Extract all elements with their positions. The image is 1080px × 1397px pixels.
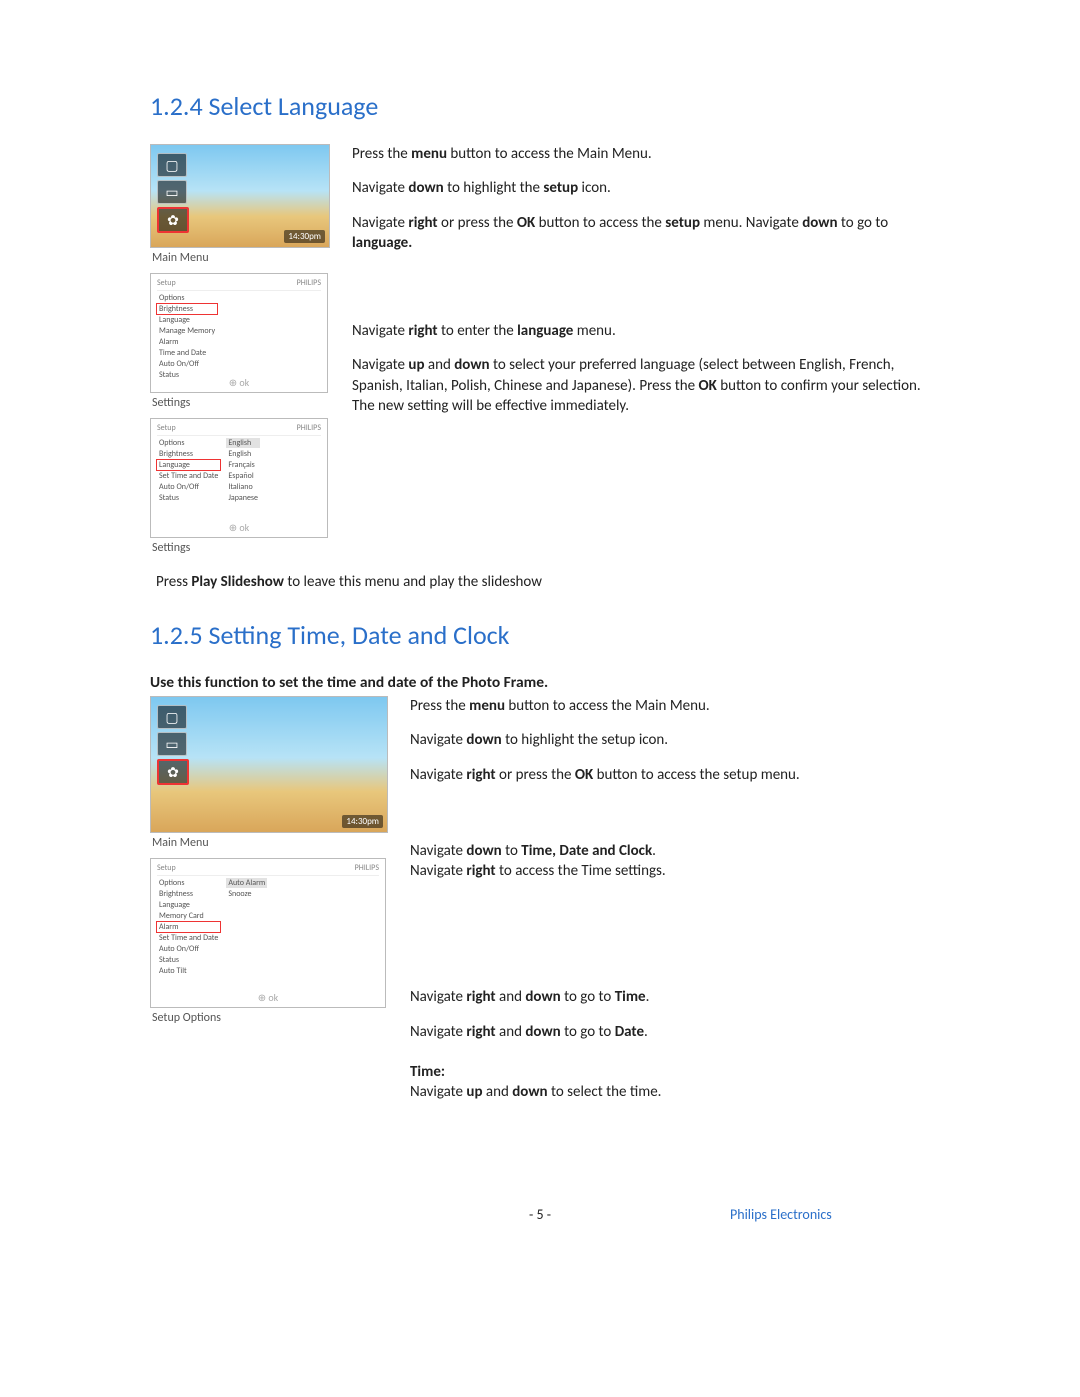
caption-settings-2: Settings xyxy=(152,541,330,555)
para-124-1: Press the menu button to access the Main… xyxy=(352,144,930,164)
opt: Japanese xyxy=(226,493,260,503)
slideshow-icon: ▭ xyxy=(157,180,187,204)
thumb-settings-1: Setup PHILIPS Options Brightness Language… xyxy=(150,273,328,393)
brand-label: PHILIPS xyxy=(355,863,379,873)
opt: Auto Alarm xyxy=(226,878,267,888)
thumb-main-menu-1: ▢ ▭ ✿ 14:30pm xyxy=(150,144,330,248)
opt: Language xyxy=(157,460,220,470)
settings-header: Setup xyxy=(157,423,176,433)
para-124-5: Navigate up and down to select your pref… xyxy=(352,355,930,416)
clock-badge: 14:30pm xyxy=(284,230,325,243)
opt: Language xyxy=(157,315,217,325)
caption-setup-options: Setup Options xyxy=(152,1011,388,1025)
opt: Alarm xyxy=(157,922,220,932)
opt: English xyxy=(226,438,260,448)
opt: Auto On/Off xyxy=(157,944,220,954)
thumb-settings-2: Setup PHILIPS Options Brightness Language… xyxy=(150,418,328,538)
settings-icon: ✿ xyxy=(157,759,189,785)
intro-125: Use this function to set the time and da… xyxy=(150,673,930,692)
clock-badge: 14:30pm xyxy=(342,815,383,828)
opt: Options xyxy=(157,878,220,888)
opt: Options xyxy=(157,438,220,448)
photos-icon: ▢ xyxy=(157,705,187,729)
nav-knob-icon: ⊕ ok xyxy=(258,991,278,1004)
opt: Brightness xyxy=(157,889,220,899)
text-column-125: Press the menu button to access the Main… xyxy=(410,696,930,1116)
page-footer: - 5 - Philips Electronics xyxy=(150,1206,930,1283)
caption-main-menu-1: Main Menu xyxy=(152,251,330,265)
heading-124: 1.2.4 Select Language xyxy=(150,90,930,122)
opt: Options xyxy=(157,293,217,303)
para-124-2: Navigate down to highlight the setup ico… xyxy=(352,178,930,198)
opt: Auto On/Off xyxy=(157,482,220,492)
settings-icon: ✿ xyxy=(157,207,189,233)
opt: Italiano xyxy=(226,482,260,492)
row-124-1: ▢ ▭ ✿ 14:30pm Main Menu Setup PHILIPS Opt… xyxy=(150,144,930,563)
para-124-3: Navigate right or press the OK button to… xyxy=(352,213,930,254)
nav-knob-icon: ⊕ ok xyxy=(229,376,249,389)
opt: Brightness xyxy=(157,304,217,314)
brand-label: PHILIPS xyxy=(297,423,321,433)
thumb-main-menu-2: ▢ ▭ ✿ 14:30pm xyxy=(150,696,388,833)
photos-icon: ▢ xyxy=(157,153,187,177)
text-column-124: Press the menu button to access the Main… xyxy=(352,144,930,430)
para-125-4: Navigate down to Time, Date and Clock.Na… xyxy=(410,841,930,882)
caption-main-menu-2: Main Menu xyxy=(152,836,388,850)
settings-header: Setup xyxy=(157,863,176,873)
opt: Español xyxy=(226,471,260,481)
opt: Set Time and Date xyxy=(157,933,220,943)
para-125-6: Navigate right and down to go to Time. xyxy=(410,987,930,1007)
para-124-4: Navigate right to enter the language men… xyxy=(352,321,930,341)
opt: Status xyxy=(157,370,217,380)
opt: Status xyxy=(157,955,220,965)
opt: Language xyxy=(157,900,220,910)
heading-125: 1.2.5 Setting Time, Date and Clock xyxy=(150,619,930,651)
document-page: 1.2.4 Select Language ▢ ▭ ✿ 14:30pm Main… xyxy=(150,90,930,1283)
opt: Français xyxy=(226,460,260,470)
para-125-time: Time:Navigate up and down to select the … xyxy=(410,1062,930,1103)
caption-settings-1: Settings xyxy=(152,396,330,410)
para-125-3: Navigate right or press the OK button to… xyxy=(410,765,930,785)
settings-header: Setup xyxy=(157,278,176,288)
slideshow-note: Press Play Slideshow to leave this menu … xyxy=(156,573,930,591)
slideshow-icon: ▭ xyxy=(157,732,187,756)
opt: Auto Tilt xyxy=(157,966,220,976)
para-125-1: Press the menu button to access the Main… xyxy=(410,696,930,716)
page-number: - 5 - xyxy=(529,1206,551,1223)
thumb-settings-3: Setup PHILIPS Options Brightness Language… xyxy=(150,858,386,1008)
nav-knob-icon: ⊕ ok xyxy=(229,521,249,534)
opt: Memory Card xyxy=(157,911,220,921)
opt: Time and Date xyxy=(157,348,217,358)
brand-label: PHILIPS xyxy=(297,278,321,288)
opt: English xyxy=(226,449,260,459)
opt: Snooze xyxy=(226,889,267,899)
opt: Manage Memory xyxy=(157,326,217,336)
opt: Brightness xyxy=(157,449,220,459)
opt: Set Time and Date xyxy=(157,471,220,481)
opt: Status xyxy=(157,493,220,503)
opt: Alarm xyxy=(157,337,217,347)
para-125-2: Navigate down to highlight the setup ico… xyxy=(410,730,930,750)
row-125-1: ▢ ▭ ✿ 14:30pm Main Menu Setup PHILIPS Opt… xyxy=(150,696,930,1116)
para-125-7: Navigate right and down to go to Date. xyxy=(410,1022,930,1042)
opt: Auto On/Off xyxy=(157,359,217,369)
footer-brand: Philips Electronics xyxy=(730,1206,910,1223)
